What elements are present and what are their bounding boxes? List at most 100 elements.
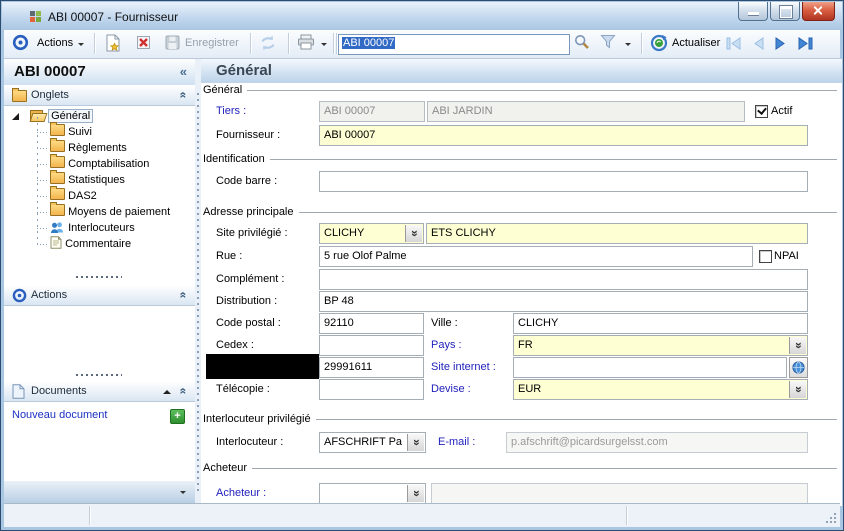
npai-checkbox[interactable] [759, 250, 772, 263]
section-label: Adresse principale [203, 206, 294, 218]
site-internet-field[interactable] [513, 357, 787, 378]
next-record-button[interactable] [774, 37, 788, 53]
tree-node-moyens-de-paiement[interactable]: Moyens de paiement [50, 204, 170, 220]
tree-node-label[interactable]: Statistiques [68, 174, 125, 186]
collapse-panel-icon[interactable]: « [177, 292, 191, 299]
combo-chevron-icon[interactable]: » [407, 485, 424, 502]
telecopie-field[interactable] [319, 379, 424, 400]
actif-checkbox[interactable] [755, 105, 768, 118]
interlocuteur-combo[interactable]: AFSCHRIFT Pa» [319, 432, 426, 453]
folder-icon [50, 140, 65, 152]
tree-expander-icon[interactable] [12, 113, 19, 120]
fournisseur-field[interactable]: ABI 00007 [319, 125, 808, 146]
refresh-icon [259, 34, 277, 52]
ville-field[interactable]: CLICHY [513, 313, 808, 334]
refresh-list-label[interactable]: Actualiser [672, 37, 720, 49]
maximize-button[interactable] [770, 2, 800, 21]
tree-node-label[interactable]: Moyens de paiement [68, 206, 170, 218]
refresh-record-button[interactable] [259, 34, 277, 55]
distribution-field[interactable]: BP 48 [319, 291, 808, 312]
tree-node-general[interactable]: Général [30, 108, 93, 124]
search-button[interactable] [574, 34, 590, 53]
actions-menu[interactable]: Actions [37, 37, 73, 49]
section-label: Général [203, 84, 242, 96]
add-document-button[interactable]: + [170, 409, 185, 424]
onglets-panel-header[interactable]: Onglets « [4, 85, 195, 106]
tree-guide [37, 132, 48, 133]
pays-combo[interactable]: FR» [513, 335, 808, 356]
more-panels-arrow-icon[interactable] [180, 491, 186, 497]
collapse-sidebar-icon[interactable]: « [180, 64, 187, 79]
new-document-link[interactable]: Nouveau document [12, 409, 107, 421]
actions-dropdown-arrow-icon[interactable] [78, 43, 84, 49]
devise-value: EUR [518, 383, 541, 395]
site-privilegie-combo[interactable]: CLICHY» [319, 223, 424, 244]
documents-panel-header[interactable]: Documents « [4, 381, 195, 402]
devise-combo[interactable]: EUR » [513, 379, 808, 400]
rue-field[interactable]: 5 rue Olof Palme [319, 246, 753, 267]
refresh-list-button[interactable] [650, 34, 668, 55]
filter-button[interactable] [600, 34, 616, 52]
acheteur-combo[interactable]: » [319, 483, 426, 504]
tree-node-statistiques[interactable]: Statistiques [50, 172, 125, 188]
new-record-button[interactable] [104, 34, 122, 55]
cedex-field[interactable] [319, 335, 424, 356]
collapse-panel-icon[interactable]: « [177, 388, 191, 395]
save-button[interactable] [164, 34, 181, 54]
window-title: ABI 00007 - Fournisseur [48, 10, 178, 24]
first-record-button[interactable] [726, 37, 743, 53]
code-postal-field[interactable]: 92110 [319, 313, 424, 334]
acheteur-name-field[interactable] [431, 483, 808, 504]
print-button[interactable] [297, 34, 315, 53]
resize-grip-icon[interactable] [825, 512, 838, 525]
save-button-label[interactable]: Enregistrer [185, 37, 239, 49]
actions-menu-icon[interactable] [12, 34, 29, 54]
tree-node-commentaire[interactable]: Commentaire [50, 236, 131, 252]
code-barre-label: Code barre : [216, 171, 277, 192]
scroll-up-icon[interactable] [163, 390, 171, 394]
code-barre-field[interactable] [319, 171, 808, 192]
tree-node-interlocuteurs[interactable]: Interlocuteurs [50, 220, 135, 236]
panel-splitter[interactable] [76, 276, 122, 278]
site-name-field[interactable]: ETS CLICHY [426, 223, 808, 244]
tree-node-label[interactable]: Règlements [68, 142, 127, 154]
tree-node-label[interactable]: Comptabilisation [68, 158, 149, 170]
combo-chevron-icon[interactable]: » [405, 225, 422, 242]
sidebar-bottom-bar[interactable] [4, 480, 195, 503]
tree-node-general-label[interactable]: Général [48, 109, 93, 123]
tiers-name-field[interactable]: ABI JARDIN [427, 101, 745, 122]
last-record-button[interactable] [797, 37, 814, 53]
combo-chevron-icon[interactable]: » [789, 337, 806, 354]
print-dropdown-arrow-icon[interactable] [321, 43, 327, 49]
combo-chevron-icon[interactable]: » [789, 381, 806, 398]
tree-node-label[interactable]: Commentaire [65, 238, 131, 250]
filter-dropdown-arrow-icon[interactable] [625, 43, 631, 49]
save-icon [164, 34, 181, 51]
actions-panel-header[interactable]: Actions « [4, 285, 195, 306]
tree-node-comptabilisation[interactable]: Comptabilisation [50, 156, 149, 172]
search-input[interactable]: ABI 00007 [338, 34, 570, 55]
previous-record-button[interactable] [751, 37, 765, 53]
tree-node-label[interactable]: Suivi [68, 126, 92, 138]
tree-node-label[interactable]: Interlocuteurs [68, 222, 135, 234]
delete-record-button[interactable] [135, 34, 152, 54]
section-acheteur: Acheteur [203, 461, 837, 474]
delete-icon [135, 34, 152, 51]
close-button[interactable] [802, 2, 835, 21]
complement-field[interactable] [319, 269, 808, 290]
collapse-panel-icon[interactable]: « [177, 92, 191, 99]
toolbar-separator [288, 33, 289, 54]
tree-node-das2[interactable]: DAS2 [50, 188, 97, 204]
toolbar-separator [641, 33, 642, 54]
combo-chevron-icon[interactable]: » [407, 434, 424, 451]
open-website-button[interactable] [789, 357, 808, 378]
tree-node-label[interactable]: DAS2 [68, 190, 97, 202]
tiers-code-field[interactable]: ABI 00007 [319, 101, 425, 122]
telephone-field[interactable]: 29991611 [319, 357, 424, 378]
minimize-button[interactable] [738, 2, 768, 21]
email-field[interactable]: p.afschrift@picardsurgelsst.com [506, 432, 808, 453]
tree-guide [37, 180, 48, 181]
title-bar[interactable]: ABI 00007 - Fournisseur [2, 2, 842, 30]
tree-node-reglements[interactable]: Règlements [50, 140, 127, 156]
panel-splitter[interactable] [76, 374, 122, 376]
